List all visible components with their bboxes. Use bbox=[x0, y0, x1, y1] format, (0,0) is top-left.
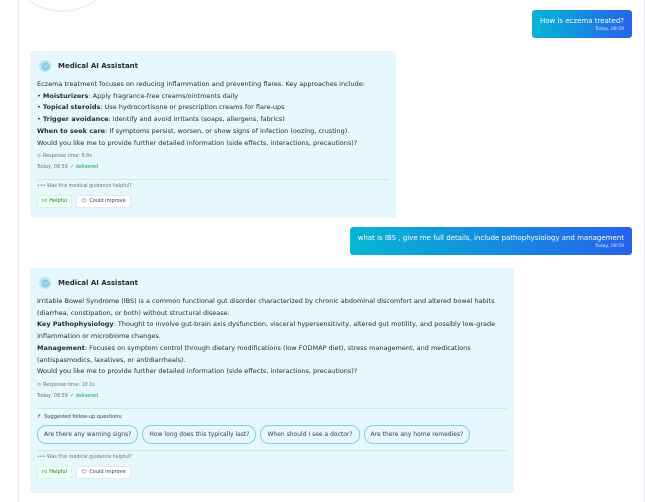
globe-icon bbox=[39, 277, 51, 289]
dots-icon: ••• bbox=[37, 184, 46, 190]
delivery-status: delivered bbox=[75, 165, 99, 171]
message-meta: Today, 08:59 ✓ delivered bbox=[37, 393, 507, 401]
chat-area: How is eczema treated? Today, 08:59 Medi… bbox=[18, 0, 645, 502]
helpful-button[interactable]: 👍︎ Helpful bbox=[37, 465, 72, 479]
paragraph: Would you like me to provide further det… bbox=[37, 367, 358, 376]
feedback-question: ••• Was this medical guidance helpful? bbox=[37, 183, 389, 191]
divider bbox=[37, 407, 507, 409]
bullet-item: • Trigger avoidance: Identify and avoid … bbox=[37, 115, 285, 124]
comment-icon: 💬︎ bbox=[80, 468, 88, 475]
response-time: ⊙ Response time: 10.1s bbox=[37, 382, 507, 390]
feedback-question: ••• Was this medical guidance helpful? bbox=[37, 454, 507, 462]
bullet-text: : Use hydrocortisone or prescription cre… bbox=[100, 103, 285, 112]
message-timestamp: Today, 08:59 bbox=[37, 393, 68, 399]
paragraph: Management: Focuses on symptom control t… bbox=[37, 343, 507, 366]
suggestion-chip[interactable]: Are there any warning signs? bbox=[37, 424, 139, 444]
user-message-text: How is eczema treated? bbox=[539, 17, 624, 25]
paragraph: Irritable Bowel Syndrome (IBS) is a comm… bbox=[37, 297, 495, 317]
could-improve-label: Could improve bbox=[89, 468, 126, 475]
user-message-text: what is IBS , give me full details, incl… bbox=[357, 234, 624, 242]
bullet-item: • Moisturizers: Apply fragrance-free cre… bbox=[37, 91, 239, 100]
user-message: How is eczema treated? Today, 08:59 bbox=[531, 10, 632, 38]
paragraph-text: : If symptoms persist, worsen, or show s… bbox=[105, 126, 350, 135]
bullet-label: Moisturizers bbox=[42, 91, 89, 100]
thumbs-up-icon: 👍︎ bbox=[42, 198, 48, 205]
bold-label: Management bbox=[37, 343, 85, 352]
paragraph: When to seek care: If symptoms persist, … bbox=[37, 126, 389, 138]
feedback-question-text: Was this medical guidance helpful? bbox=[47, 184, 132, 190]
suggestion-chip[interactable]: How long does this typically last? bbox=[142, 424, 257, 444]
clock-icon: ⊙ bbox=[37, 382, 42, 388]
paragraph: Eczema treatment focuses on reducing inf… bbox=[37, 80, 365, 88]
helpful-button[interactable]: 👍︎ Helpful bbox=[37, 195, 72, 209]
suggestion-chips: Are there any warning signs? How long do… bbox=[37, 424, 507, 444]
divider bbox=[37, 179, 389, 181]
bullet-item: • Topical steroids: Use hydrocortisone o… bbox=[37, 103, 285, 112]
ai-message-header: Medical AI Assistant bbox=[37, 276, 507, 290]
suggested-questions-title: ↱ Suggested follow-up questions: bbox=[37, 413, 507, 421]
response-time-text: Response time: 8.8s bbox=[43, 154, 92, 160]
sender-name: Medical AI Assistant bbox=[58, 62, 139, 70]
check-icon: ✓ bbox=[69, 165, 74, 171]
feedback-question-text: Was this medical guidance helpful? bbox=[47, 454, 132, 460]
bullet-label: Trigger avoidance bbox=[42, 115, 109, 124]
helpful-label: Helpful bbox=[49, 198, 67, 205]
feedback-buttons: 👍︎ Helpful 💬︎ Could improve bbox=[37, 195, 389, 209]
message-timestamp: Today, 08:59 bbox=[37, 165, 68, 171]
response-time-text: Response time: 10.1s bbox=[43, 382, 95, 388]
check-icon: ✓ bbox=[69, 393, 74, 399]
could-improve-label: Could improve bbox=[89, 198, 126, 205]
bullet-label: Topical steroids bbox=[42, 103, 101, 112]
decorative-arc bbox=[21, 0, 103, 12]
response-time: ⊙ Response time: 8.8s bbox=[37, 153, 389, 161]
clock-icon: ⊙ bbox=[37, 154, 42, 160]
bullet-text: : Identify and avoid irritants (soaps, a… bbox=[108, 115, 285, 124]
ai-message-body: Irritable Bowel Syndrome (IBS) is a comm… bbox=[37, 296, 507, 378]
bold-label: When to seek care bbox=[37, 126, 106, 135]
could-improve-button[interactable]: 💬︎ Could improve bbox=[75, 195, 131, 209]
sender-name: Medical AI Assistant bbox=[58, 279, 139, 287]
bold-label: Key Pathophysiology bbox=[37, 320, 114, 329]
user-message: what is IBS , give me full details, incl… bbox=[349, 227, 632, 255]
suggestion-chip[interactable]: Are there any home remedies? bbox=[363, 424, 471, 444]
globe-icon bbox=[39, 60, 51, 72]
comment-icon: 💬︎ bbox=[80, 198, 88, 205]
divider bbox=[37, 449, 507, 451]
reply-arrow-icon: ↱ bbox=[37, 413, 42, 420]
message-timestamp: Today, 08:59 bbox=[595, 244, 624, 249]
ai-message: Medical AI Assistant Irritable Bowel Syn… bbox=[30, 268, 514, 493]
suggestion-chip[interactable]: When should I see a doctor? bbox=[260, 424, 360, 444]
could-improve-button[interactable]: 💬︎ Could improve bbox=[75, 465, 131, 479]
paragraph: Would you like me to provide further det… bbox=[37, 138, 358, 147]
helpful-label: Helpful bbox=[49, 468, 67, 475]
message-meta: Today, 08:59 ✓ delivered bbox=[37, 164, 389, 172]
ai-message: Medical AI Assistant Eczema treatment fo… bbox=[30, 51, 396, 218]
ai-message-body: Eczema treatment focuses on reducing inf… bbox=[37, 79, 389, 149]
message-timestamp: Today, 08:59 bbox=[595, 27, 624, 32]
delivery-status: delivered bbox=[75, 393, 99, 399]
feedback-buttons: 👍︎ Helpful 💬︎ Could improve bbox=[37, 465, 507, 479]
dots-icon: ••• bbox=[37, 454, 46, 460]
paragraph-text: : Focuses on symptom control through die… bbox=[37, 343, 471, 364]
bullet-text: : Apply fragrance-free creams/ointments … bbox=[88, 91, 239, 100]
paragraph: Key Pathophysiology: Thought to involve … bbox=[37, 319, 507, 342]
ai-message-header: Medical AI Assistant bbox=[37, 59, 389, 73]
suggested-title-text: Suggested follow-up questions: bbox=[44, 413, 123, 420]
thumbs-up-icon: 👍︎ bbox=[42, 468, 48, 475]
